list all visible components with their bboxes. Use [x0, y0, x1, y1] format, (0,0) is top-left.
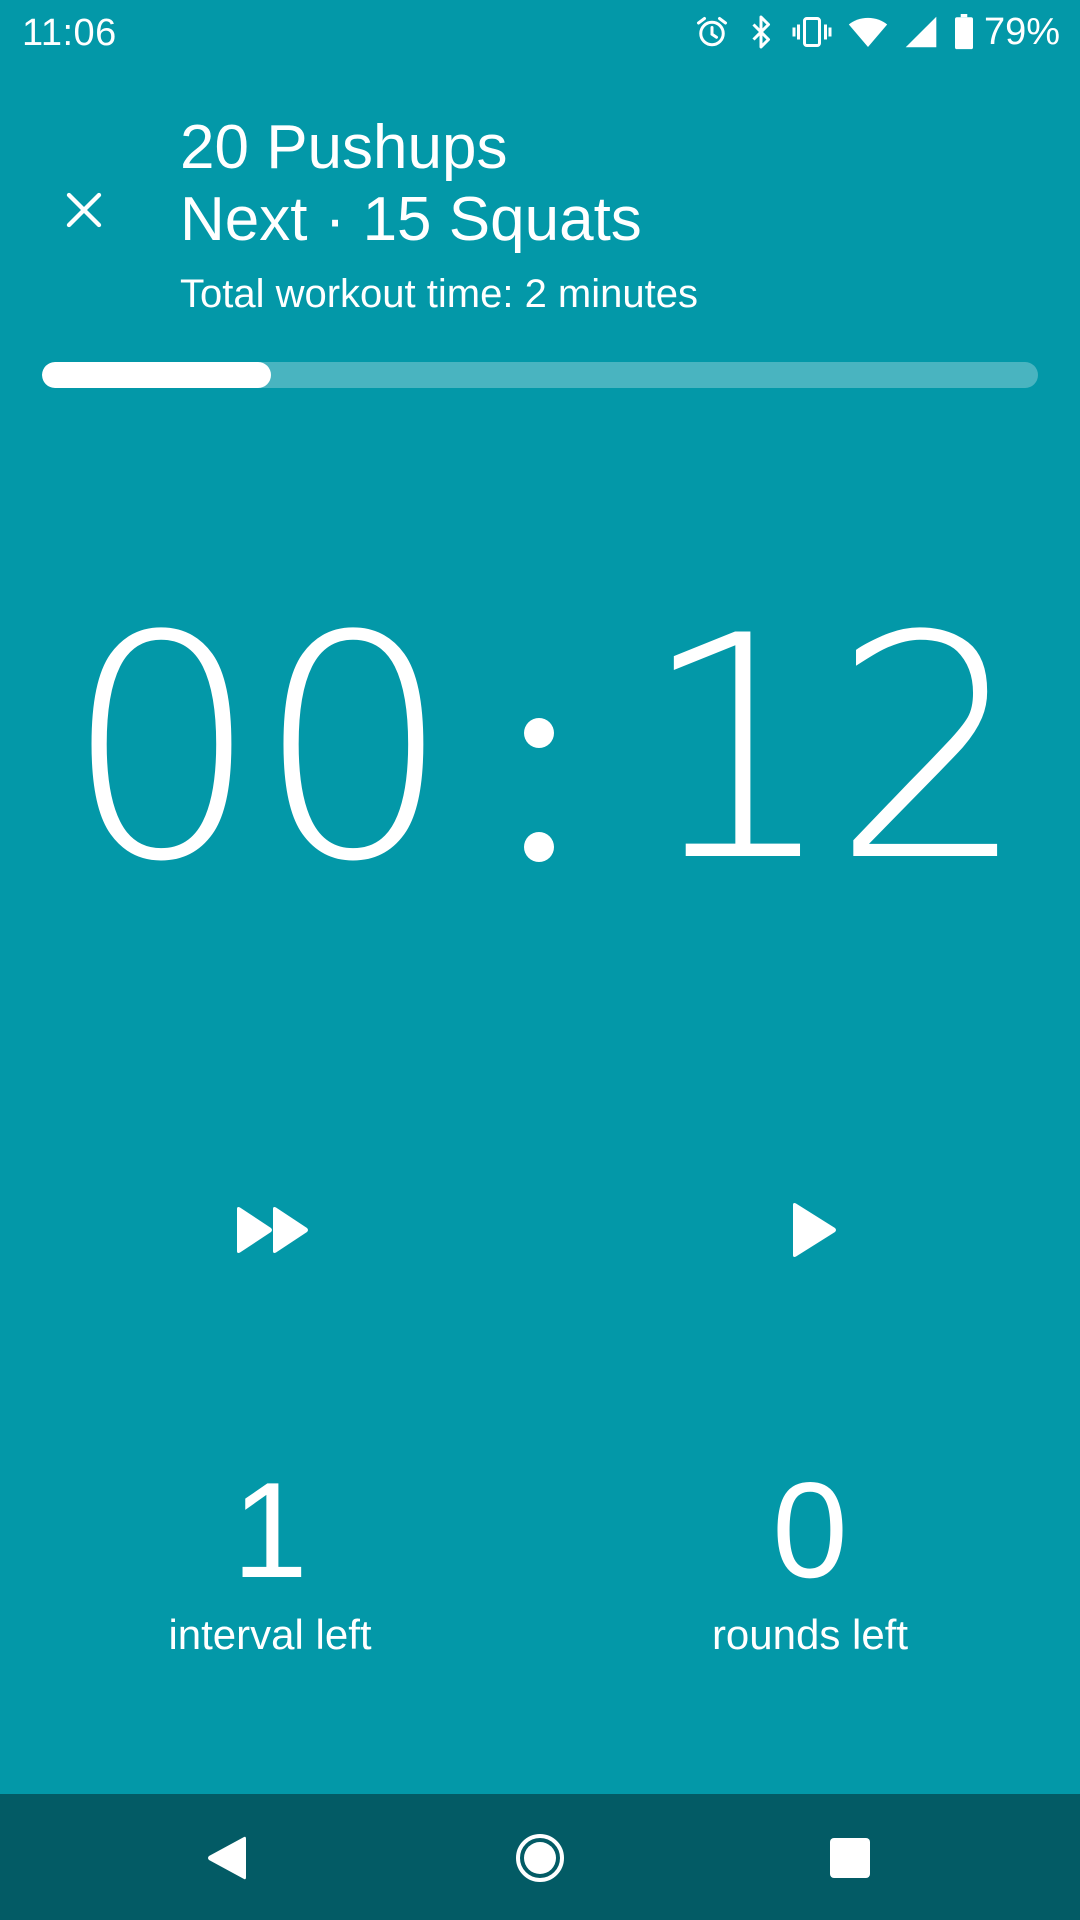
rounds-counter: 0 rounds left — [590, 1460, 1030, 1660]
battery-percent: 79% — [983, 10, 1060, 53]
workout-progress-fill — [42, 362, 272, 388]
total-workout-time: Total workout time: 2 minutes — [180, 272, 698, 316]
nav-recents-button[interactable] — [808, 1816, 892, 1900]
play-button[interactable] — [754, 1180, 874, 1280]
recents-icon — [830, 1838, 870, 1878]
timer-minutes: 00 — [64, 570, 452, 929]
home-icon — [516, 1834, 564, 1882]
timer-colon — [524, 718, 556, 866]
close-button[interactable] — [46, 172, 122, 248]
wifi-icon — [848, 15, 888, 49]
workout-titles: 20 Pushups Next · 15 Squats Total workou… — [180, 112, 698, 318]
rounds-left-label: rounds left — [711, 1611, 909, 1658]
alarm-icon — [694, 14, 730, 50]
intervals-left-label: interval left — [168, 1611, 372, 1658]
vibrate-icon — [792, 14, 832, 50]
close-icon — [66, 192, 102, 228]
nav-back-button[interactable] — [184, 1816, 268, 1900]
cell-signal-icon — [904, 15, 938, 49]
back-icon — [208, 1836, 246, 1880]
intervals-left-value: 1 — [232, 1454, 308, 1606]
next-exercise: Next · 15 Squats — [180, 185, 642, 254]
system-nav-bar — [0, 1794, 1080, 1920]
workout-timer-screen: 11:06 79% 20 Pushups Next · 15 Squats To… — [0, 0, 1080, 1920]
status-time: 11:06 — [22, 12, 117, 54]
play-icon — [793, 1203, 836, 1257]
battery-icon — [954, 14, 974, 50]
rounds-left-value: 0 — [772, 1454, 848, 1606]
nav-home-button[interactable] — [498, 1816, 582, 1900]
timer-seconds: 12 — [640, 570, 1028, 929]
workout-progress-bar — [42, 362, 1038, 388]
status-bar: 11:06 79% — [0, 0, 1080, 66]
current-exercise: 20 Pushups — [180, 113, 508, 182]
skip-button[interactable] — [212, 1180, 332, 1280]
bluetooth-icon — [746, 14, 776, 50]
countdown-timer: 00 12 — [0, 570, 1080, 929]
status-icons: 79% — [694, 10, 1060, 54]
fast-forward-icon — [237, 1207, 308, 1253]
intervals-counter: 1 interval left — [50, 1460, 490, 1660]
